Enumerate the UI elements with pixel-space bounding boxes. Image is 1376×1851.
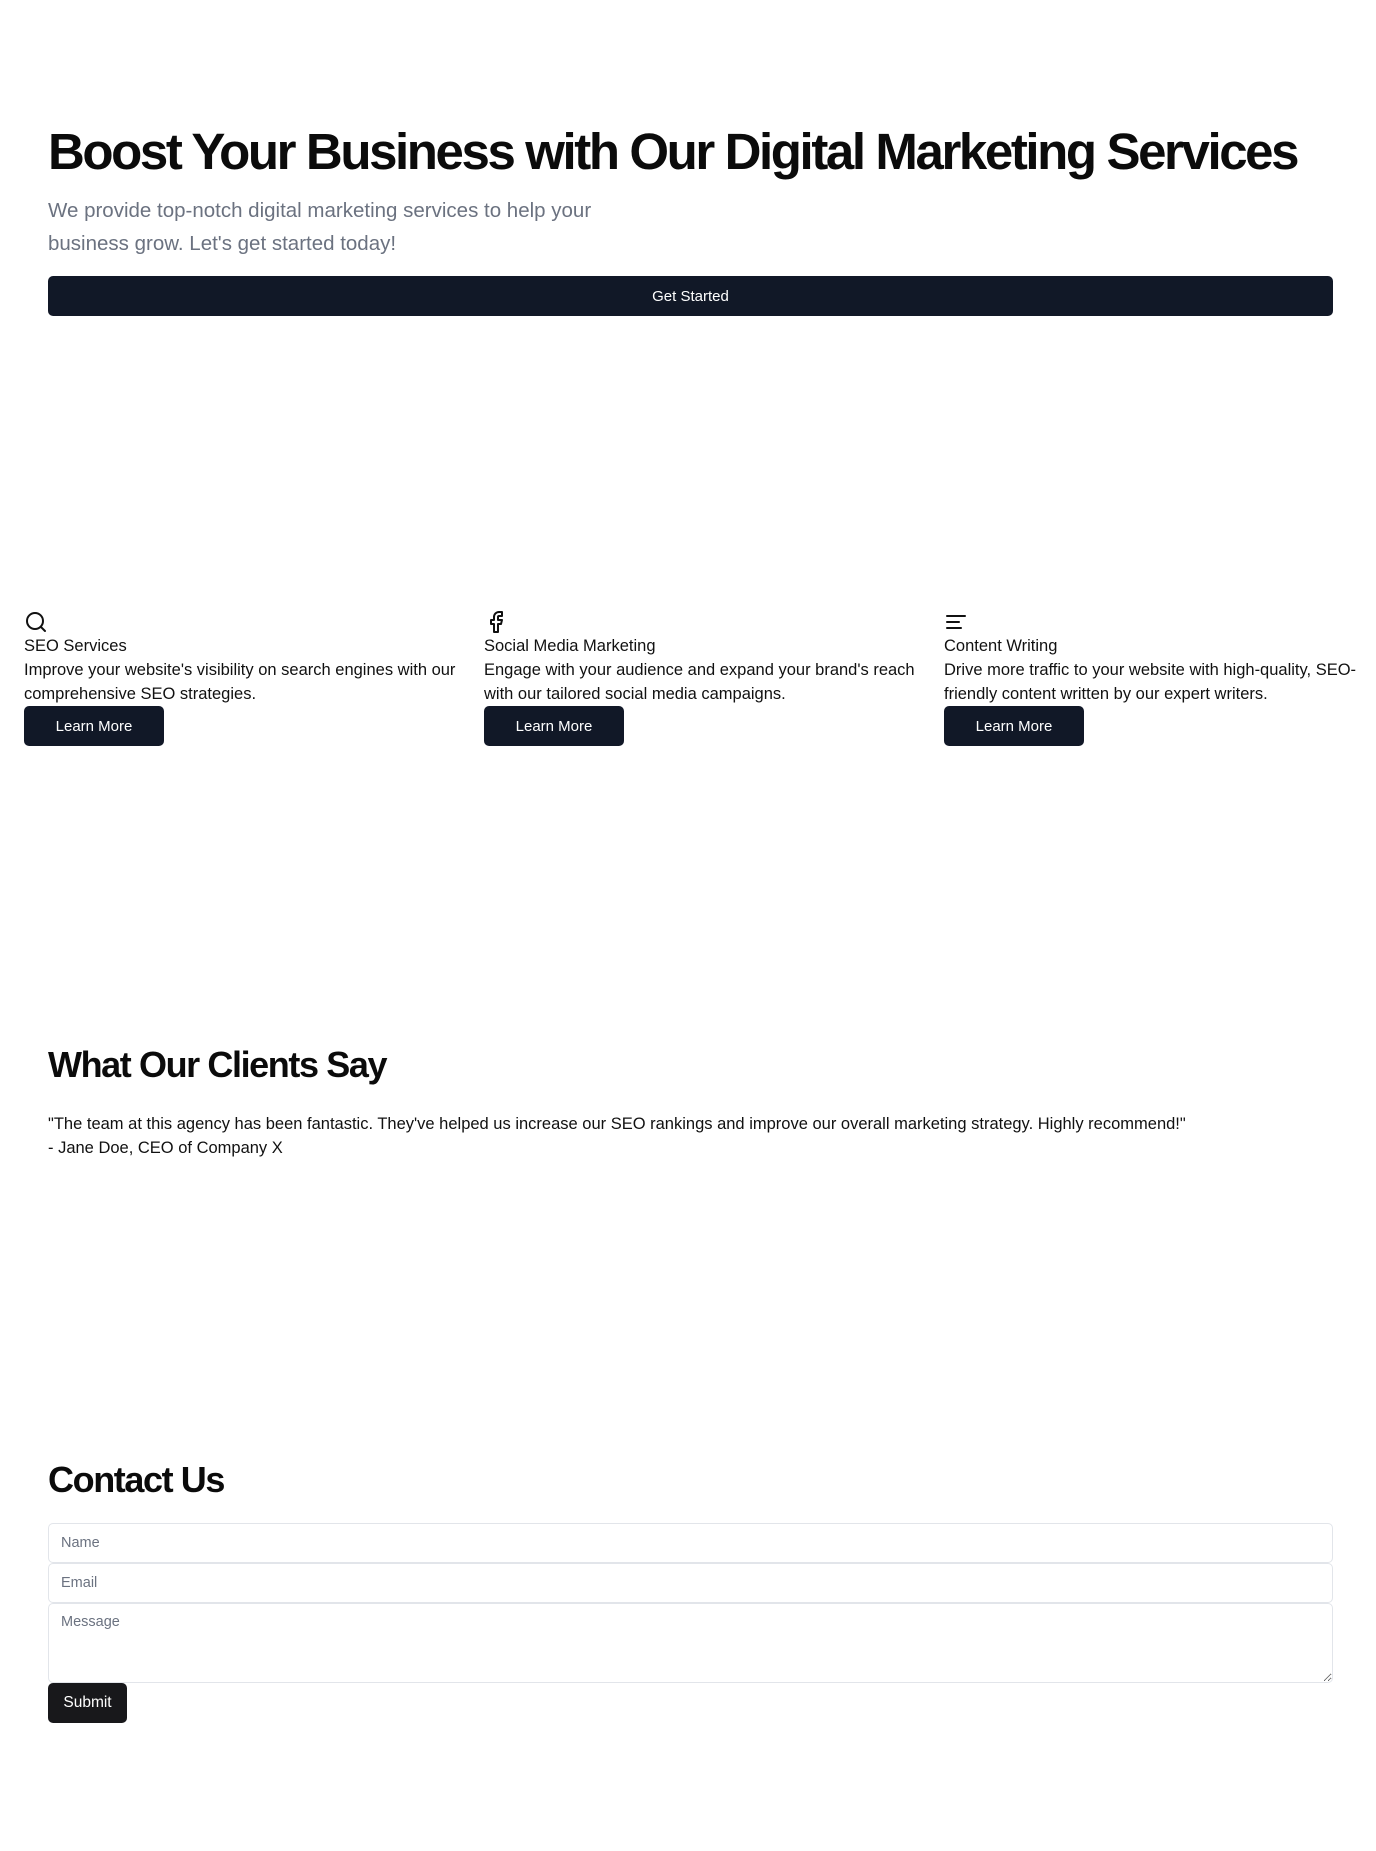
testimonial: "The team at this agency has been fantas… [48, 1112, 1333, 1160]
testimonial-author: - Jane Doe, CEO of Company X [48, 1139, 283, 1157]
learn-more-button[interactable]: Learn More [484, 706, 624, 746]
service-description: Engage with your audience and expand you… [484, 661, 915, 703]
service-title: Content Writing [944, 637, 1058, 655]
search-icon [26, 612, 46, 632]
name-field[interactable] [48, 1523, 1333, 1563]
service-description: Drive more traffic to your website with … [944, 661, 1357, 703]
email-field[interactable] [48, 1563, 1333, 1603]
learn-more-button[interactable]: Learn More [24, 706, 164, 746]
contact-heading: Contact Us [48, 1459, 225, 1500]
facebook-icon [490, 611, 503, 633]
service-description: Improve your website's visibility on sea… [24, 661, 456, 703]
services-section: SEO Services Improve your website's visi… [24, 610, 1364, 750]
contact-section: Contact Us Submit [48, 1455, 1333, 1723]
testimonial-quote: "The team at this agency has been fantas… [48, 1115, 1186, 1133]
service-card-social-media: Social Media Marketing Engage with your … [484, 610, 924, 746]
submit-button[interactable]: Submit [48, 1683, 127, 1723]
testimonials-heading: What Our Clients Say [48, 1044, 387, 1085]
text-align-left-icon [946, 615, 966, 629]
hero-subtitle: We provide top-notch digital marketing s… [48, 199, 592, 255]
hero-title: Boost Your Business with Our Digital Mar… [48, 123, 1300, 180]
service-title: Social Media Marketing [484, 637, 656, 655]
service-card-seo: SEO Services Improve your website's visi… [24, 610, 464, 746]
learn-more-button[interactable]: Learn More [944, 706, 1084, 746]
service-card-content-writing: Content Writing Drive more traffic to yo… [944, 610, 1376, 746]
get-started-button[interactable]: Get Started [48, 276, 1333, 316]
service-title: SEO Services [24, 637, 127, 655]
testimonials-section: What Our Clients Say "The team at this a… [48, 1040, 1333, 1160]
hero-section: Boost Your Business with Our Digital Mar… [48, 122, 1333, 316]
contact-form: Submit [48, 1523, 1333, 1723]
message-field[interactable] [48, 1603, 1333, 1683]
